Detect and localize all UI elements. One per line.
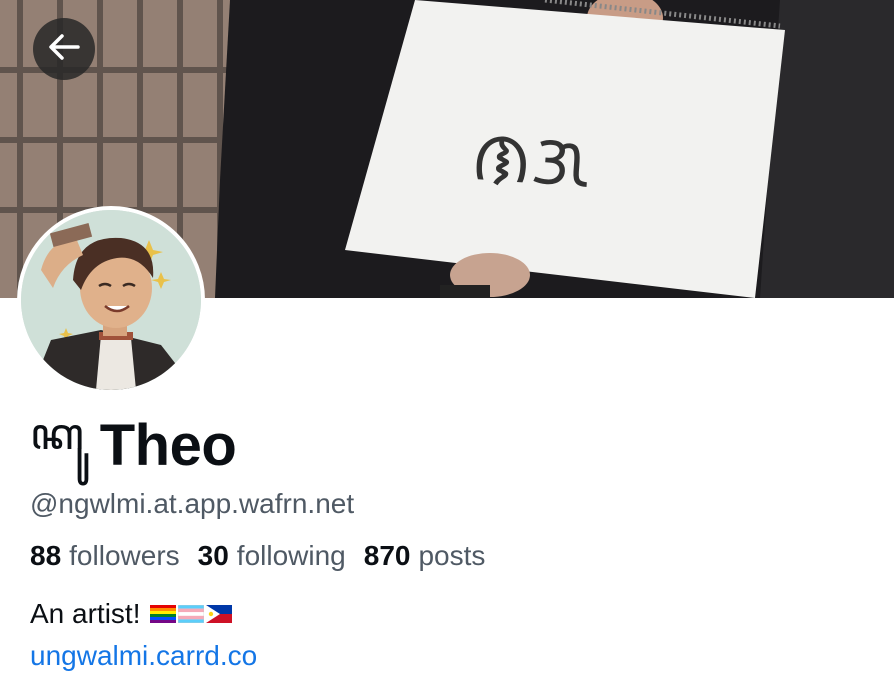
philippines-flag-icon bbox=[206, 605, 233, 623]
followers-label: followers bbox=[69, 540, 180, 571]
posts-stat[interactable]: 870 posts bbox=[364, 540, 486, 572]
following-label: following bbox=[236, 540, 346, 571]
svg-text:ᜈᜄ: ᜈᜄ bbox=[469, 114, 593, 204]
arrow-left-icon bbox=[47, 32, 81, 67]
trans-flag-icon bbox=[178, 605, 205, 623]
display-name-glyphs: ꦏꦸ bbox=[30, 408, 86, 460]
rainbow-flag-icon bbox=[150, 605, 177, 623]
profile-stats: 88 followers 30 following 870 posts bbox=[30, 540, 485, 572]
posts-label: posts bbox=[418, 540, 486, 571]
user-handle: @ngwlmi.at.app.wafrn.net bbox=[30, 488, 355, 519]
avatar-image bbox=[21, 210, 201, 390]
avatar[interactable] bbox=[17, 206, 205, 394]
profile-link[interactable]: ungwalmi.carrd.co bbox=[30, 640, 257, 672]
bio-flags bbox=[150, 605, 233, 623]
followers-stat[interactable]: 88 followers bbox=[30, 540, 180, 572]
following-count: 30 bbox=[197, 540, 229, 571]
back-button[interactable] bbox=[33, 18, 95, 80]
bio-text: An artist! bbox=[30, 598, 141, 629]
display-name-text: Theo bbox=[99, 412, 237, 478]
following-stat[interactable]: 30 following bbox=[198, 540, 346, 572]
display-name: ꦏꦸ Theo bbox=[30, 409, 237, 480]
posts-count: 870 bbox=[363, 540, 411, 571]
profile-bio: An artist! bbox=[30, 598, 233, 630]
followers-count: 88 bbox=[30, 540, 62, 571]
